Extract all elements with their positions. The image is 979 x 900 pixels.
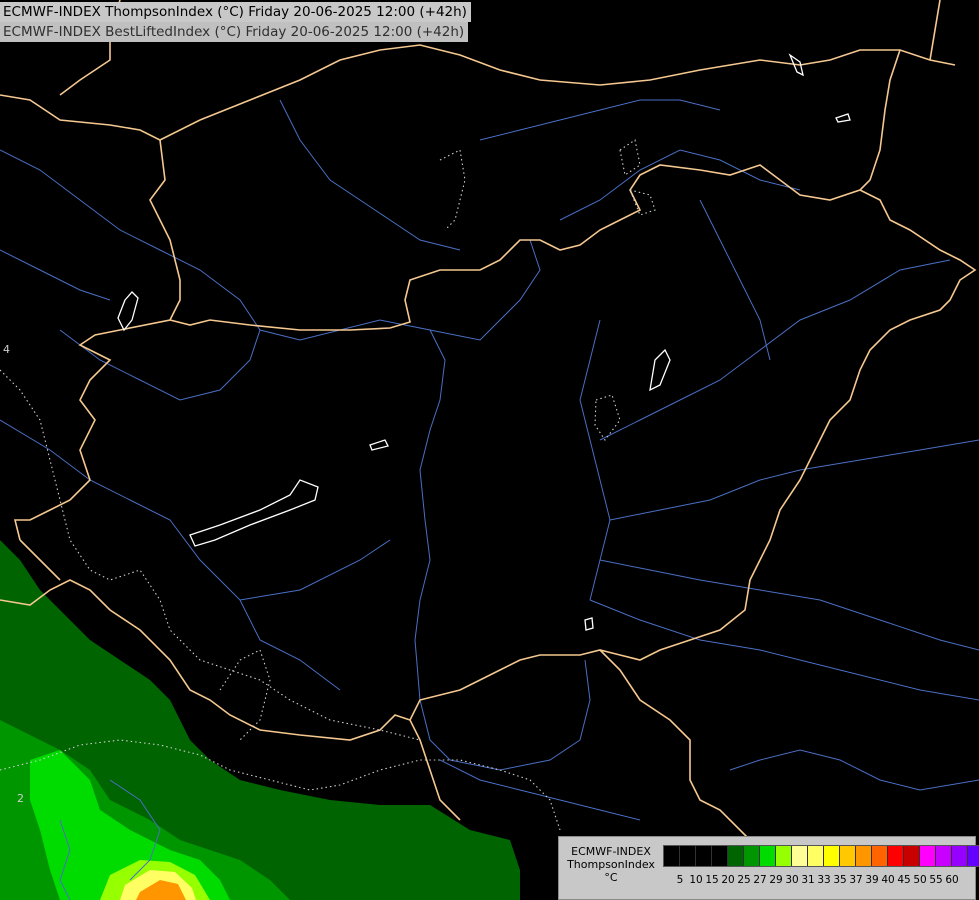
legend-swatch <box>744 846 760 866</box>
legend-swatch <box>872 846 888 866</box>
legend-model: ECMWF-INDEX <box>571 845 651 858</box>
legend-swatch <box>712 846 728 866</box>
contour-label: 2 <box>17 792 24 805</box>
legend-swatch <box>776 846 792 866</box>
legend-tick: 35 <box>833 874 847 886</box>
legend-tick: 5 <box>676 874 684 886</box>
legend-swatch <box>968 846 979 866</box>
legend-tick: 31 <box>801 874 815 886</box>
legend-swatch <box>888 846 904 866</box>
legend-tick: 33 <box>817 874 831 886</box>
legend-swatch <box>952 846 968 866</box>
legend-unit: °C <box>604 871 618 884</box>
contour-label: 4 <box>3 343 10 356</box>
legend-tick: 10 <box>689 874 703 886</box>
color-legend: ECMWF-INDEX ThompsonIndex °C 5 10 15 20 25 27… <box>558 836 979 900</box>
legend-swatch <box>936 846 952 866</box>
map-title-lifted-index: ECMWF-INDEX BestLiftedIndex (°C) Friday … <box>0 22 469 42</box>
legend-tick: 29 <box>769 874 783 886</box>
legend-swatch <box>728 846 744 866</box>
legend-swatch <box>824 846 840 866</box>
map-title-thompson: ECMWF-INDEX ThompsonIndex (°C) Friday 20… <box>0 2 471 22</box>
legend-tick: 55 <box>929 874 943 886</box>
legend-swatch <box>920 846 936 866</box>
legend-swatch <box>680 846 696 866</box>
legend-name: ECMWF-INDEX ThompsonIndex °C <box>561 845 661 884</box>
legend-swatch <box>792 846 808 866</box>
legend-tick: 27 <box>753 874 767 886</box>
legend-color-scale <box>663 845 979 867</box>
legend-swatch <box>664 846 680 866</box>
legend-swatch <box>840 846 856 866</box>
legend-swatch <box>856 846 872 866</box>
legend-tick: 37 <box>849 874 863 886</box>
legend-tick: 40 <box>881 874 895 886</box>
legend-tick: 45 <box>897 874 911 886</box>
legend-swatch <box>904 846 920 866</box>
legend-tick: 60 <box>945 874 959 886</box>
legend-tick: 25 <box>737 874 751 886</box>
legend-tick: 20 <box>721 874 735 886</box>
legend-swatch <box>760 846 776 866</box>
legend-tick: 30 <box>785 874 799 886</box>
weather-map[interactable]: 4 2 <box>0 0 979 900</box>
legend-tick: 39 <box>865 874 879 886</box>
legend-tick: 15 <box>705 874 719 886</box>
legend-swatch <box>808 846 824 866</box>
legend-parameter: ThompsonIndex <box>567 858 655 871</box>
legend-tick: 50 <box>913 874 927 886</box>
legend-swatch <box>696 846 712 866</box>
